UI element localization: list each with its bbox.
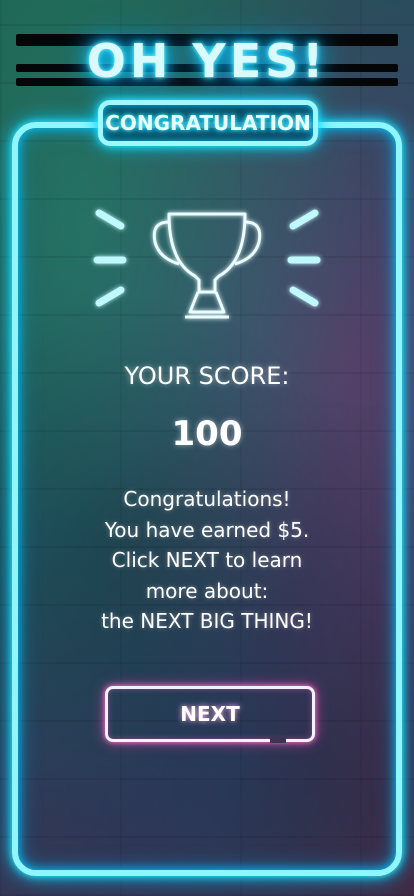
message-line: the NEXT BIG THING! <box>101 609 313 633</box>
trophy-illustration <box>87 200 327 330</box>
trophy-icon <box>152 212 262 319</box>
banner-label: CONGRATULATION <box>105 111 311 135</box>
message-line: You have earned $5. <box>104 517 310 542</box>
message-line: Click NEXT to learn <box>111 548 303 572</box>
next-button[interactable]: NEXT <box>105 686 315 743</box>
neon-gap-decoration <box>270 737 286 743</box>
next-button-label: NEXT <box>180 702 240 726</box>
trophy-svg <box>93 209 321 319</box>
sparkle-rays-icon <box>93 209 321 307</box>
score-value: 100 <box>171 414 243 454</box>
message-line: Congratulations! <box>123 487 291 511</box>
score-label: YOUR SCORE: <box>124 362 290 390</box>
headline-title: OH YES! <box>86 34 328 88</box>
congratulation-banner: CONGRATULATION <box>98 100 318 146</box>
message-line: more about: <box>145 578 269 603</box>
reward-message: Congratulations! You have earned $5. Cli… <box>40 484 374 637</box>
